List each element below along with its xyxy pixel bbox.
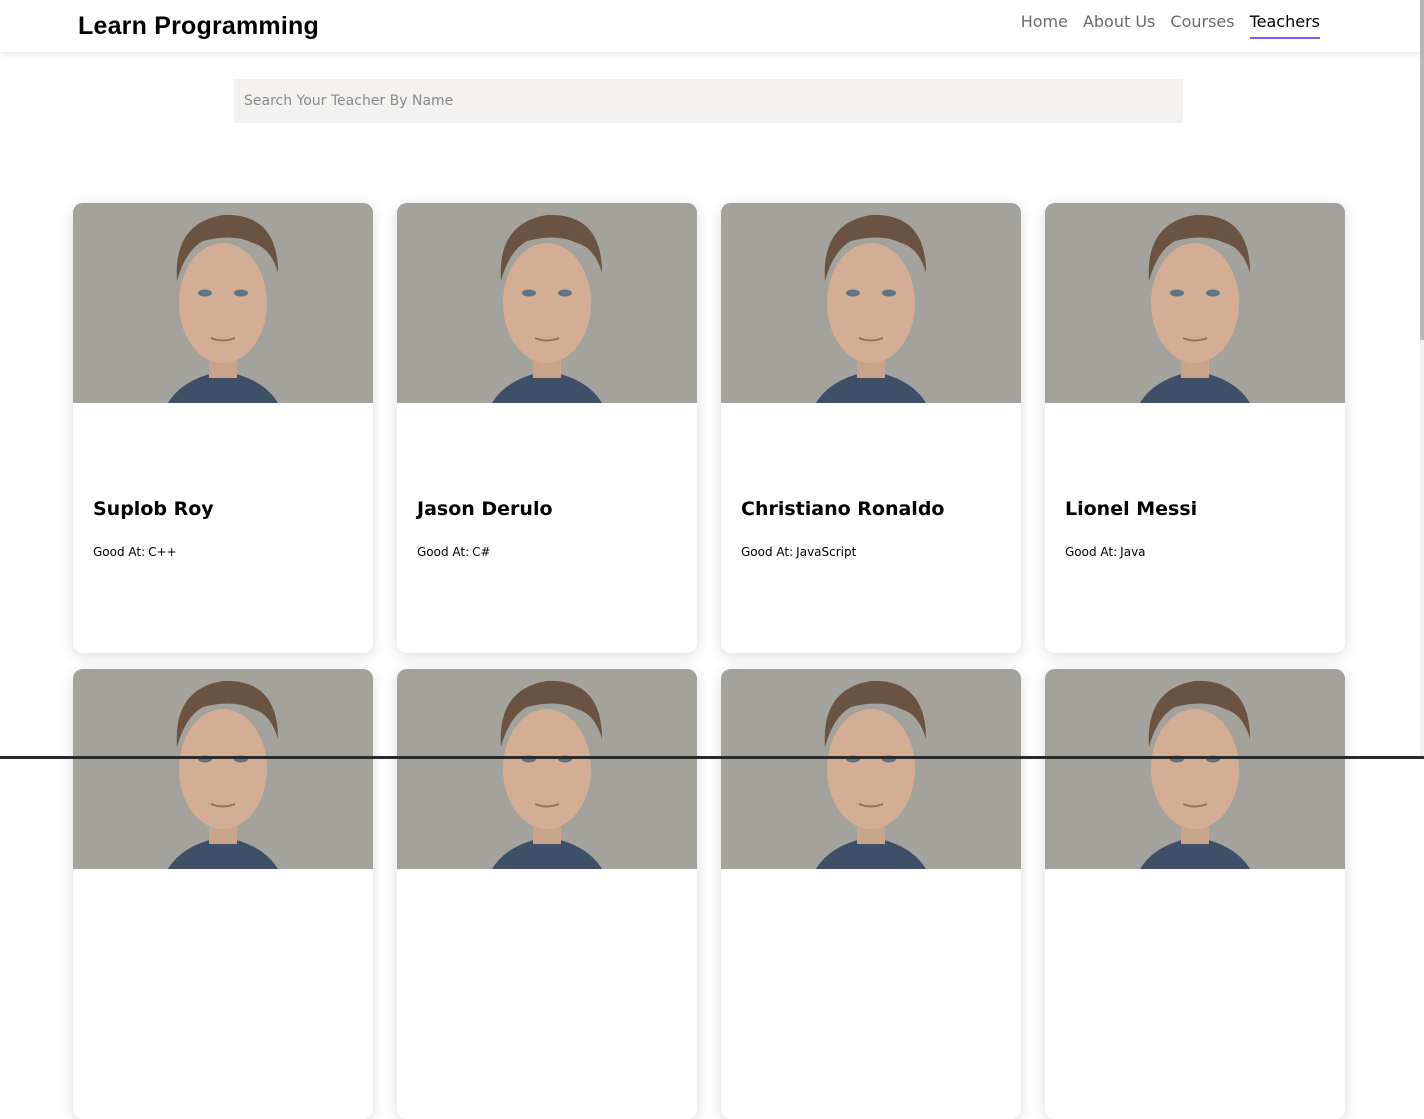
teacher-card[interactable] — [73, 669, 373, 1119]
portrait-image — [397, 203, 697, 403]
skill-value: Java — [1120, 545, 1145, 559]
skill-label: Good At: — [741, 545, 793, 559]
teacher-card[interactable]: Jason Derulo Good At:C# — [397, 203, 697, 653]
skill-label: Good At: — [417, 545, 469, 559]
top-navbar: Learn Programming Home About Us Courses … — [0, 0, 1420, 52]
portrait-image — [73, 669, 373, 869]
teacher-card[interactable] — [397, 669, 697, 1119]
nav-link-teachers[interactable]: Teachers — [1250, 12, 1320, 39]
portrait-image — [1045, 203, 1345, 403]
portrait-image — [1045, 669, 1345, 869]
teacher-name: Jason Derulo — [417, 498, 553, 520]
teacher-card[interactable] — [1045, 669, 1345, 1119]
teacher-photo — [1045, 203, 1345, 403]
portrait-image — [397, 669, 697, 869]
teacher-name: Suplob Roy — [93, 498, 214, 520]
teacher-photo — [1045, 669, 1345, 869]
teacher-search-input[interactable] — [234, 79, 1183, 123]
search-bar — [234, 79, 1183, 123]
nav-link-courses[interactable]: Courses — [1170, 12, 1234, 39]
teacher-photo — [397, 203, 697, 403]
portrait-image — [73, 203, 373, 403]
teacher-skill: Good At:C++ — [93, 545, 177, 559]
skill-label: Good At: — [93, 545, 145, 559]
teacher-name: Christiano Ronaldo — [741, 498, 944, 520]
skill-value: C# — [472, 545, 490, 559]
scrollbar-thumb[interactable] — [1420, 0, 1424, 340]
nav-link-about-us[interactable]: About Us — [1083, 12, 1155, 39]
portrait-image — [721, 669, 1021, 869]
teacher-photo — [73, 669, 373, 869]
skill-label: Good At: — [1065, 545, 1117, 559]
vertical-scrollbar[interactable] — [1420, 0, 1424, 759]
teacher-photo — [721, 669, 1021, 869]
teacher-card[interactable]: Lionel Messi Good At:Java — [1045, 203, 1345, 653]
teacher-skill: Good At:C# — [417, 545, 491, 559]
teacher-photo — [721, 203, 1021, 403]
nav-links: Home About Us Courses Teachers — [1006, 12, 1320, 39]
teacher-photo — [397, 669, 697, 869]
portrait-image — [721, 203, 1021, 403]
teacher-photo — [73, 203, 373, 403]
teacher-card[interactable] — [721, 669, 1021, 1119]
skill-value: C++ — [148, 545, 177, 559]
brand-logo-text[interactable]: Learn Programming — [78, 12, 319, 41]
nav-link-home[interactable]: Home — [1021, 12, 1068, 39]
teacher-name: Lionel Messi — [1065, 498, 1197, 520]
teacher-card[interactable]: Suplob Roy Good At:C++ — [73, 203, 373, 653]
teacher-card-grid: Suplob Roy Good At:C++ Jason Derulo Good… — [73, 203, 1345, 1119]
teacher-skill: Good At:JavaScript — [741, 545, 856, 559]
skill-value: JavaScript — [796, 545, 856, 559]
teacher-card[interactable]: Christiano Ronaldo Good At:JavaScript — [721, 203, 1021, 653]
teacher-skill: Good At:Java — [1065, 545, 1146, 559]
